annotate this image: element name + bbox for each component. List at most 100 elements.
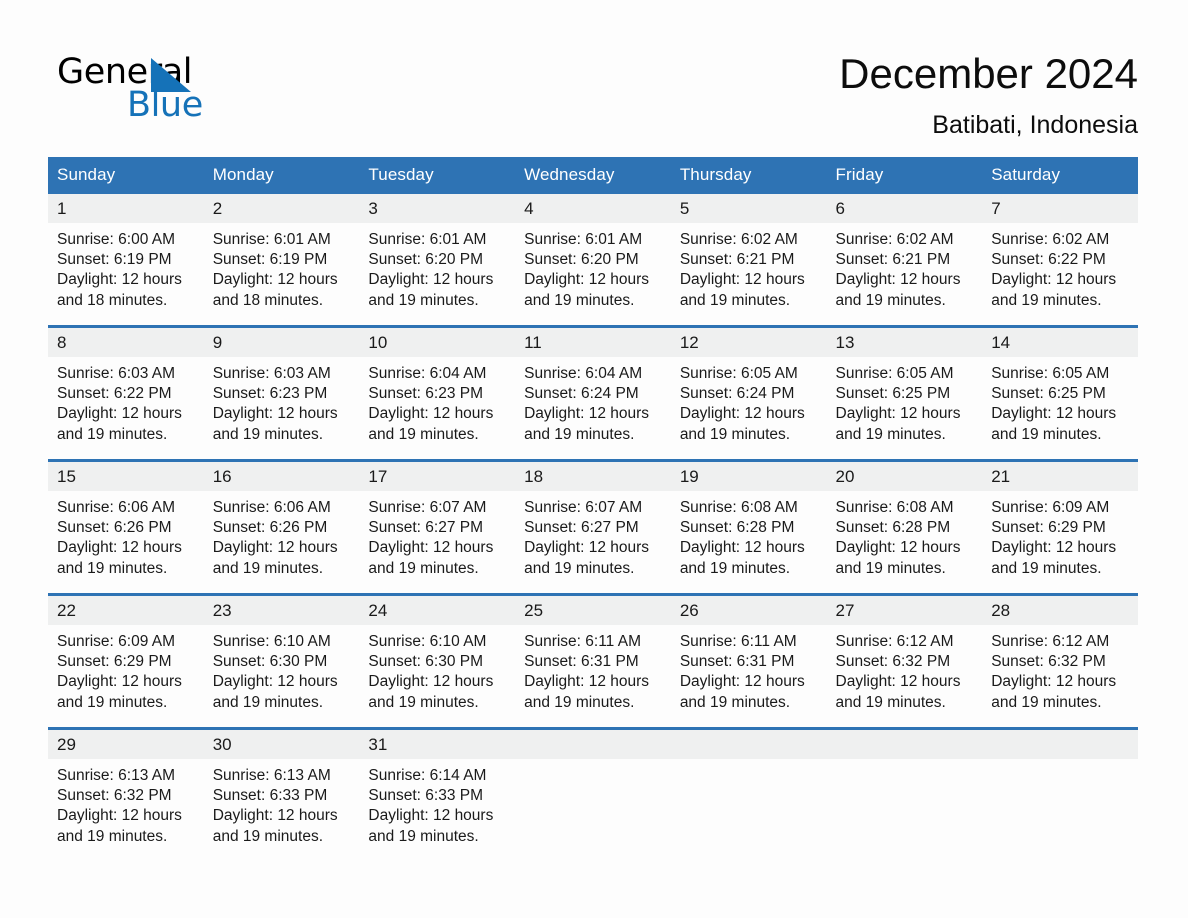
calendar-day-cell[interactable]: 17 Sunrise: 6:07 AM Sunset: 6:27 PM Dayligh… — [359, 459, 516, 595]
calendar-day-cell[interactable]: 24 Sunrise: 6:10 AM Sunset: 6:30 PM Dayligh… — [359, 593, 516, 729]
calendar-day-cell[interactable]: 27 Sunrise: 6:12 AM Sunset: 6:32 PM Dayligh… — [826, 593, 983, 729]
daylight-duration: Daylight: 12 hours and 19 minutes. — [212, 673, 338, 711]
day-number: 7 — [982, 194, 1138, 223]
sunrise-time: Sunrise: 6:08 AM — [835, 499, 954, 516]
day-cell-inner: 27 Sunrise: 6:12 AM Sunset: 6:32 PM Dayligh… — [826, 596, 983, 727]
day-number — [670, 730, 827, 759]
calendar-day-cell[interactable]: 7 Sunrise: 6:02 AM Sunset: 6:22 PM Daylight… — [982, 194, 1138, 327]
day-number — [982, 730, 1138, 759]
sunset-time: Sunset: 6:33 PM — [368, 787, 483, 805]
day-details: Sunrise: 6:07 AM Sunset: 6:27 PM Daylight:… — [359, 491, 515, 579]
location-subtitle: Batibati, Indonesia — [932, 111, 1138, 139]
calendar-day-cell[interactable]: 3 Sunrise: 6:01 AM Sunset: 6:20 PM Daylight… — [359, 194, 516, 327]
weekday-header-friday: Friday — [826, 157, 983, 194]
day-cell-inner: 29 Sunrise: 6:13 AM Sunset: 6:32 PM Dayligh… — [48, 730, 204, 861]
calendar-day-cell[interactable]: 26 Sunrise: 6:11 AM Sunset: 6:31 PM Dayligh… — [670, 593, 827, 729]
calendar-day-cell[interactable]: 2 Sunrise: 6:01 AM Sunset: 6:19 PM Daylight… — [203, 194, 360, 327]
calendar-day-cell[interactable]: 5 Sunrise: 6:02 AM Sunset: 6:21 PM Daylight… — [670, 194, 827, 327]
calendar-day-cell[interactable]: 31 Sunrise: 6:14 AM Sunset: 6:33 PM Dayligh… — [359, 727, 516, 861]
sunset-time: Sunset: 6:25 PM — [835, 385, 951, 403]
day-number: 28 — [982, 596, 1138, 625]
calendar-day-cell[interactable]: 1 Sunrise: 6:00 AM Sunset: 6:19 PM Daylight… — [48, 194, 204, 327]
day-cell-inner — [670, 730, 827, 861]
day-cell-inner: 4 Sunrise: 6:01 AM Sunset: 6:20 PM Daylight… — [515, 194, 671, 325]
sunrise-time: Sunrise: 6:13 AM — [57, 767, 176, 784]
calendar-day-cell[interactable]: 9 Sunrise: 6:03 AM Sunset: 6:23 PM Daylight… — [203, 325, 360, 461]
calendar-day-cell[interactable]: 23 Sunrise: 6:10 AM Sunset: 6:30 PM Dayligh… — [203, 593, 360, 729]
day-cell-inner: 12 Sunrise: 6:05 AM Sunset: 6:24 PM Dayligh… — [670, 328, 827, 459]
daylight-duration: Daylight: 12 hours and 19 minutes. — [212, 405, 338, 443]
calendar-day-cell[interactable]: 4 Sunrise: 6:01 AM Sunset: 6:20 PM Daylight… — [515, 194, 671, 327]
calendar-day-cell[interactable]: 30 Sunrise: 6:13 AM Sunset: 6:33 PM Dayligh… — [203, 727, 360, 861]
sunset-time: Sunset: 6:24 PM — [679, 385, 795, 403]
sunrise-time: Sunrise: 6:05 AM — [835, 365, 954, 382]
calendar-day-cell[interactable]: 22 Sunrise: 6:09 AM Sunset: 6:29 PM Dayligh… — [48, 593, 204, 729]
day-number: 29 — [48, 730, 204, 759]
calendar-day-cell[interactable]: 14 Sunrise: 6:05 AM Sunset: 6:25 PM Dayligh… — [982, 325, 1138, 461]
day-details: Sunrise: 6:08 AM Sunset: 6:28 PM Daylight:… — [827, 491, 983, 579]
day-cell-inner: 30 Sunrise: 6:13 AM Sunset: 6:33 PM Dayligh… — [203, 730, 360, 861]
calendar-day-cell[interactable]: 29 Sunrise: 6:13 AM Sunset: 6:32 PM Dayligh… — [48, 727, 204, 861]
sunset-time: Sunset: 6:32 PM — [991, 653, 1106, 671]
calendar-day-cell[interactable]: 12 Sunrise: 6:05 AM Sunset: 6:24 PM Dayligh… — [670, 325, 827, 461]
day-cell-inner: 16 Sunrise: 6:06 AM Sunset: 6:26 PM Dayligh… — [203, 462, 360, 593]
day-cell-inner: 23 Sunrise: 6:10 AM Sunset: 6:30 PM Dayligh… — [203, 596, 360, 727]
day-number: 17 — [359, 462, 516, 491]
day-details: Sunrise: 6:12 AM Sunset: 6:32 PM Daylight:… — [827, 625, 983, 713]
daylight-duration: Daylight: 12 hours and 19 minutes. — [679, 673, 805, 711]
calendar-day-cell[interactable]: 20 Sunrise: 6:08 AM Sunset: 6:28 PM Dayligh… — [826, 459, 983, 595]
day-details: Sunrise: 6:04 AM Sunset: 6:24 PM Daylight:… — [515, 357, 671, 445]
day-number: 19 — [670, 462, 827, 491]
calendar-day-cell[interactable]: 16 Sunrise: 6:06 AM Sunset: 6:26 PM Dayligh… — [203, 459, 360, 595]
calendar-day-cell[interactable]: 18 Sunrise: 6:07 AM Sunset: 6:27 PM Dayligh… — [515, 459, 671, 595]
sunset-time: Sunset: 6:32 PM — [835, 653, 951, 671]
day-number: 2 — [203, 194, 360, 223]
day-details: Sunrise: 6:12 AM Sunset: 6:32 PM Daylight:… — [982, 625, 1138, 713]
day-number: 8 — [48, 328, 204, 357]
calendar-day-cell[interactable]: 28 Sunrise: 6:12 AM Sunset: 6:32 PM Dayligh… — [982, 593, 1138, 729]
day-cell-inner: 15 Sunrise: 6:06 AM Sunset: 6:26 PM Dayligh… — [48, 462, 204, 593]
sunset-time: Sunset: 6:30 PM — [212, 653, 328, 671]
daylight-duration: Daylight: 12 hours and 19 minutes. — [57, 539, 182, 577]
day-number: 10 — [359, 328, 516, 357]
day-cell-inner: 25 Sunrise: 6:11 AM Sunset: 6:31 PM Dayligh… — [515, 596, 671, 727]
sunrise-time: Sunrise: 6:09 AM — [57, 633, 176, 650]
calendar-day-cell[interactable]: 21 Sunrise: 6:09 AM Sunset: 6:29 PM Dayligh… — [982, 459, 1138, 595]
day-cell-inner: 24 Sunrise: 6:10 AM Sunset: 6:30 PM Dayligh… — [359, 596, 516, 727]
day-cell-inner: 8 Sunrise: 6:03 AM Sunset: 6:22 PM Daylight… — [48, 328, 204, 459]
day-details: Sunrise: 6:07 AM Sunset: 6:27 PM Daylight:… — [515, 491, 671, 579]
calendar-day-cell[interactable]: 8 Sunrise: 6:03 AM Sunset: 6:22 PM Daylight… — [48, 325, 204, 461]
daylight-duration: Daylight: 12 hours and 19 minutes. — [524, 405, 650, 443]
day-details: Sunrise: 6:13 AM Sunset: 6:33 PM Daylight:… — [204, 759, 360, 847]
sunrise-time: Sunrise: 6:05 AM — [679, 365, 798, 382]
sunset-time: Sunset: 6:26 PM — [57, 519, 172, 537]
sunset-time: Sunset: 6:25 PM — [991, 385, 1106, 403]
sunset-time: Sunset: 6:19 PM — [212, 251, 328, 269]
daylight-duration: Daylight: 12 hours and 19 minutes. — [991, 405, 1117, 443]
calendar-day-cell[interactable]: 25 Sunrise: 6:11 AM Sunset: 6:31 PM Dayligh… — [515, 593, 671, 729]
daylight-duration: Daylight: 12 hours and 19 minutes. — [57, 673, 182, 711]
calendar-day-cell[interactable]: 10 Sunrise: 6:04 AM Sunset: 6:23 PM Dayligh… — [359, 325, 516, 461]
sunset-time: Sunset: 6:20 PM — [368, 251, 483, 269]
calendar-day-cell[interactable]: 13 Sunrise: 6:05 AM Sunset: 6:25 PM Dayligh… — [826, 325, 983, 461]
sunrise-time: Sunrise: 6:02 AM — [679, 231, 798, 248]
daylight-duration: Daylight: 12 hours and 18 minutes. — [212, 271, 338, 309]
weekday-header-monday: Monday — [203, 157, 360, 194]
sunrise-time: Sunrise: 6:01 AM — [524, 231, 643, 248]
calendar-day-cell[interactable]: 19 Sunrise: 6:08 AM Sunset: 6:28 PM Dayligh… — [670, 459, 827, 595]
sunrise-time: Sunrise: 6:06 AM — [57, 499, 176, 516]
sunset-time: Sunset: 6:27 PM — [524, 519, 639, 537]
daylight-duration: Daylight: 12 hours and 19 minutes. — [368, 673, 494, 711]
day-number: 16 — [203, 462, 360, 491]
sunrise-sunset-calendar: Sunday Monday Tuesday Wednesday Thursday… — [48, 157, 1138, 861]
calendar-day-cell[interactable]: 6 Sunrise: 6:02 AM Sunset: 6:21 PM Daylight… — [826, 194, 983, 327]
sunrise-time: Sunrise: 6:07 AM — [368, 499, 487, 516]
calendar-day-cell[interactable]: 15 Sunrise: 6:06 AM Sunset: 6:26 PM Dayligh… — [48, 459, 204, 595]
calendar-cell-empty — [982, 727, 1138, 861]
sunset-time: Sunset: 6:21 PM — [679, 251, 795, 269]
generalblue-logo[interactable]: General Blue — [57, 52, 257, 128]
calendar-day-cell[interactable]: 11 Sunrise: 6:04 AM Sunset: 6:24 PM Dayligh… — [515, 325, 671, 461]
daylight-duration: Daylight: 12 hours and 19 minutes. — [212, 807, 338, 845]
daylight-duration: Daylight: 12 hours and 19 minutes. — [368, 807, 494, 845]
day-number: 30 — [203, 730, 360, 759]
